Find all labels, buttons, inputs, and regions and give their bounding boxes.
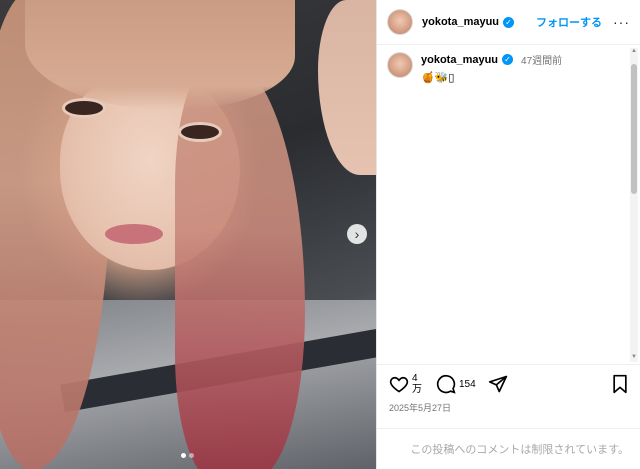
comments-scrollbar[interactable] [630,48,638,362]
like-count: 4 万 [412,373,422,395]
caption-avatar[interactable] [387,52,413,78]
carousel-dot [181,453,186,458]
save-button[interactable] [611,374,629,394]
post-photo[interactable]: › [0,0,376,469]
post-header: yokota_mayuu ✓ フォローする ··· [377,0,640,45]
comments-disabled-notice: この投稿へのコメントは制限されています。 [377,428,640,469]
next-photo-button[interactable]: › [347,224,367,244]
more-options-icon[interactable]: ··· [613,14,630,30]
share-icon [488,375,507,393]
username-link[interactable]: yokota_mayuu [422,16,499,28]
caption-timestamp[interactable]: 47週間前 [521,52,562,67]
caption: yokota_mayuu ✓ 47週間前 🍯🐝▯ [387,52,562,84]
photo-eye-left [62,98,106,118]
caption-username[interactable]: yokota_mayuu [421,54,498,66]
verified-badge-icon: ✓ [502,54,514,65]
chevron-right-icon: › [354,226,360,242]
verified-badge-icon: ✓ [503,16,515,28]
like-button[interactable]: 4 万 [389,373,422,395]
like-count-unit: 万 [412,384,422,395]
carousel-dot [189,453,194,458]
post-date[interactable]: 2025年5月27日 [389,401,629,414]
like-count-number: 4 [412,373,418,384]
heart-icon [389,376,409,393]
photo-eye-right [178,122,222,142]
share-button[interactable] [488,374,508,394]
scrollbar-thumb[interactable] [631,64,637,194]
comment-count: 154 [459,378,476,390]
avatar[interactable] [387,9,413,35]
post-side-panel: yokota_mayuu ✓ フォローする ··· yokota_mayuu ✓… [376,0,640,469]
caption-text: 🍯🐝▯ [421,72,455,84]
photo-lips [105,224,163,244]
comment-icon [436,374,456,394]
post-actions: 4 万 154 2025年5月27日 [377,364,640,414]
scroll-down-icon[interactable]: ▼ [631,354,637,360]
follow-button[interactable]: フォローする [536,14,602,30]
scroll-up-icon[interactable]: ▲ [631,48,637,54]
photo-hand [318,0,376,175]
comment-button[interactable]: 154 [436,374,476,394]
bookmark-icon [613,374,627,394]
carousel-dots [181,453,194,458]
